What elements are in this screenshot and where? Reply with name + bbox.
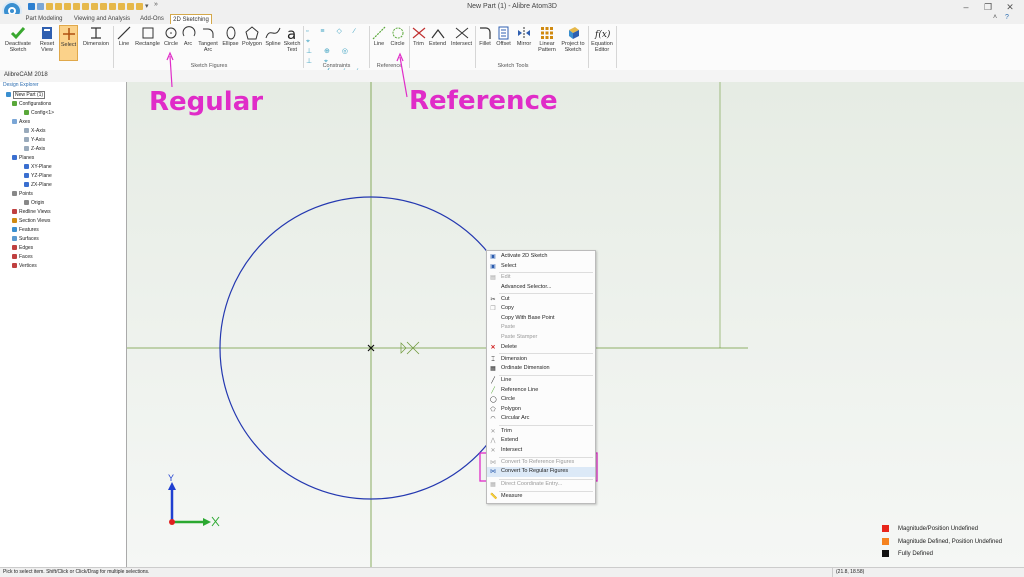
extend-icon: ⋀ [490, 438, 496, 445]
menu-item-select[interactable]: ▣ Select [487, 262, 595, 272]
triad-origin [169, 519, 175, 525]
menu-item-paste-stamper[interactable]: Paste Stamper [487, 333, 595, 343]
menu-item-line[interactable]: ╱ Line [487, 376, 595, 386]
polygon-icon: ⬠ [490, 406, 496, 413]
menu-item-circle[interactable]: ◯ Circle [487, 395, 595, 405]
menu-item-convert-to-regular-figures[interactable]: ⋈ Convert To Regular Figures [487, 467, 595, 477]
menu-item-ordinate-dimension[interactable]: ▦ Ordinate Dimension [487, 364, 595, 374]
legend-swatch [882, 525, 889, 532]
edit-icon: ▤ [490, 275, 496, 281]
reference-line-icon: ╱ [491, 387, 495, 394]
delete-icon: ✕ [490, 344, 496, 351]
menu-item-measure[interactable]: 📏 Measure [487, 492, 595, 502]
menu-item-delete[interactable]: ✕ Delete [487, 343, 595, 353]
menu-item-advanced-selector[interactable]: Advanced Selector... [487, 283, 595, 293]
menu-item-direct-coordinate-entry[interactable]: ▦ Direct Coordinate Entry... [487, 480, 595, 490]
legend-item-undefined: Magnitude/Position Undefined [882, 525, 978, 532]
menu-item-reference-line[interactable]: ╱ Reference Line [487, 386, 595, 396]
menu-item-paste[interactable]: Paste [487, 323, 595, 333]
legend-item-magnitude-defined: Magnitude Defined, Position Undefined [882, 538, 1002, 545]
context-menu: ▣ Activate 2D Sketch ▣ Select ▤ Edit Advanc… [486, 250, 596, 504]
circle-icon: ◯ [490, 397, 497, 404]
dimension-icon: ⌶ [491, 356, 495, 363]
menu-item-circular-arc[interactable]: ◠ Circular Arc [487, 414, 595, 424]
menu-item-activate-2d-sketch[interactable]: ▣ Activate 2D Sketch [487, 252, 595, 262]
arc-icon: ◠ [490, 416, 496, 423]
annotation-reference: Reference [409, 86, 558, 116]
measure-icon: 📏 [490, 493, 498, 500]
menu-item-copy[interactable]: ❐ Copy [487, 304, 595, 314]
legend-swatch [882, 550, 889, 557]
triad-y-label: Y [168, 473, 174, 483]
menu-item-polygon[interactable]: ⬠ Polygon [487, 405, 595, 415]
menu-item-cut[interactable]: ✂ Cut [487, 295, 595, 305]
menu-item-copy-with-base-point[interactable]: Copy With Base Point [487, 314, 595, 324]
trim-icon: ✕ [490, 428, 496, 435]
menu-item-trim[interactable]: ✕ Trim [487, 427, 595, 437]
menu-item-intersect[interactable]: ✕ Intersect [487, 446, 595, 456]
annotation-arrow-regular [169, 55, 173, 88]
scissors-icon: ✂ [490, 296, 496, 303]
coordinate-entry-icon: ▦ [490, 482, 496, 488]
ordinate-dimension-icon: ▦ [490, 366, 496, 373]
legend-swatch [882, 538, 889, 545]
menu-item-dimension[interactable]: ⌶ Dimension [487, 355, 595, 365]
menu-item-convert-to-reference-figures[interactable]: ⋈ Convert To Reference Figures [487, 458, 595, 468]
line-icon: ╱ [491, 378, 495, 384]
triad-y-arrowhead [168, 482, 176, 490]
sketch-icon: ▣ [490, 254, 496, 260]
convert-reference-icon: ⋈ [490, 459, 496, 466]
annotation-arrow-reference [399, 56, 408, 98]
annotation-regular: Regular [149, 87, 264, 117]
menu-item-edit[interactable]: ▤ Edit [487, 273, 595, 283]
select-icon: ▣ [490, 263, 496, 270]
legend-item-fully-defined: Fully Defined [882, 550, 933, 557]
intersect-icon: ✕ [490, 447, 496, 454]
triad-x-arrowhead [203, 518, 211, 526]
convert-regular-icon: ⋈ [490, 469, 496, 476]
copy-icon: ❐ [490, 306, 496, 313]
triad-x-label [211, 516, 220, 527]
menu-item-extend[interactable]: ⋀ Extend [487, 436, 595, 446]
